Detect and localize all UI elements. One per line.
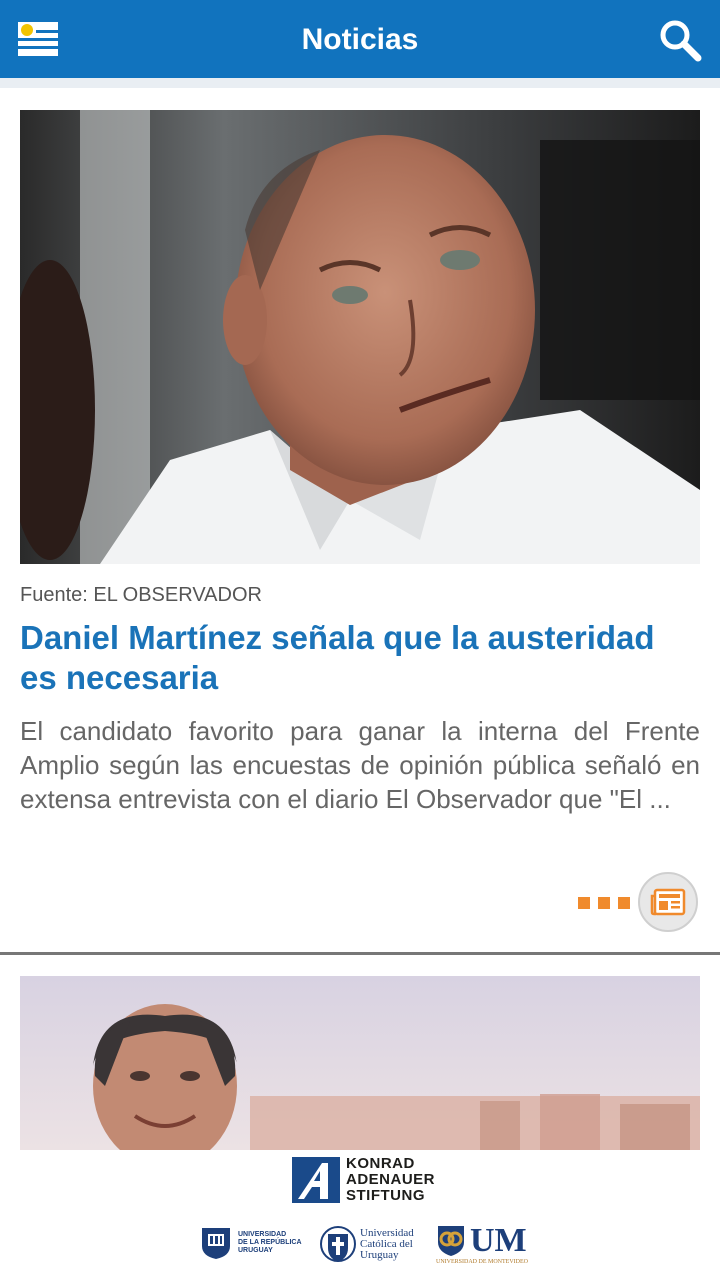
app-bar: Noticias [0,0,720,78]
article-image[interactable] [20,976,700,1150]
dot [578,897,590,909]
udelar-name: UNIVERSIDAD DE LA REPÚBLICA URUGUAY [238,1231,302,1254]
udelar-seal-icon [202,1228,230,1259]
dot [618,897,630,909]
ucu-logo: Universidad Católica del Uruguay [320,1220,414,1268]
um-logo: UM UNIVERSIDAD DE MONTEVIDEO [436,1222,528,1266]
page-title: Noticias [301,23,419,56]
um-short-name: UM [470,1222,527,1259]
um-full-name: UNIVERSIDAD DE MONTEVIDEO [436,1259,528,1265]
article-image[interactable] [20,110,700,564]
um-seal-icon [438,1226,464,1256]
appbar-divider [0,78,720,88]
udelar-logo: UNIVERSIDAD DE LA REPÚBLICA URUGUAY [200,1226,302,1260]
loading-dots [578,897,630,909]
sponsor-banner: KONRAD ADENAUER STIFTUNG UNIVERSIDAD DE … [196,1150,544,1280]
ucu-seal-icon [320,1226,356,1262]
article-source: Fuente: EL OBSERVADOR [20,584,262,606]
search-button[interactable] [658,18,702,62]
kas-logo-mark [292,1157,340,1203]
kas-logo: KONRAD ADENAUER STIFTUNG [292,1156,435,1204]
dot [598,897,610,909]
read-more-button[interactable] [638,872,698,932]
ucu-name: Universidad Católica del Uruguay [360,1226,414,1261]
article-divider [0,952,720,955]
article-headline[interactable]: Daniel Martínez señala que la austeridad… [20,618,700,698]
kas-name: KONRAD ADENAUER STIFTUNG [346,1155,436,1204]
search-icon [660,20,702,62]
newspaper-icon [650,888,686,916]
article-summary: El candidato favorito para ganar la inte… [20,716,700,814]
